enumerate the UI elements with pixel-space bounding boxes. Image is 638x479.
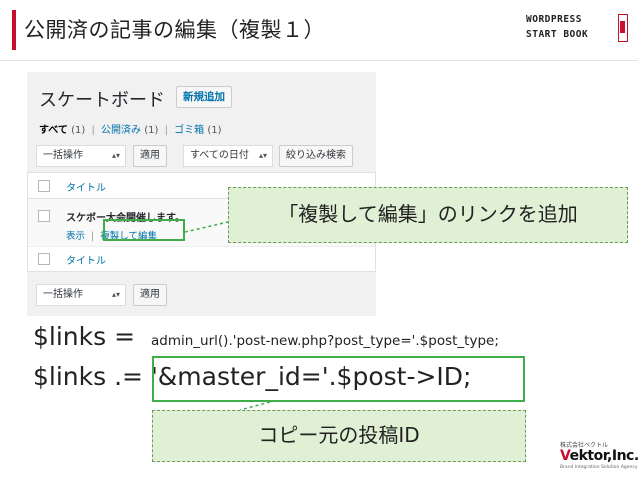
vektor-logo-rest: ektor,Inc. bbox=[569, 448, 638, 464]
callout-source-post-id: コピー元の投稿ID bbox=[152, 410, 526, 462]
callout-add-duplicate-link: 「複製して編集」のリンクを追加 bbox=[228, 187, 628, 243]
master-id-highlight bbox=[152, 356, 525, 402]
vektor-logo-name: Vektor,Inc. bbox=[560, 448, 638, 464]
code-line-2-var: $links .= bbox=[33, 362, 151, 391]
code-line-1-var: $links = bbox=[33, 322, 143, 351]
bottom-connector-line bbox=[239, 401, 271, 411]
top-connector-line bbox=[184, 221, 229, 233]
vektor-logo-tagline: Brand Integration Solution Agency bbox=[560, 465, 638, 470]
vektor-logo-v: V bbox=[560, 448, 570, 464]
code-line-1: $links = admin_url().'post-new.php?post_… bbox=[33, 322, 499, 351]
vektor-logo: 株式会社ベクトル Vektor,Inc. Brand Integration S… bbox=[560, 440, 638, 472]
code-line-1-expr: admin_url().'post-new.php?post_type='.$p… bbox=[151, 333, 499, 349]
